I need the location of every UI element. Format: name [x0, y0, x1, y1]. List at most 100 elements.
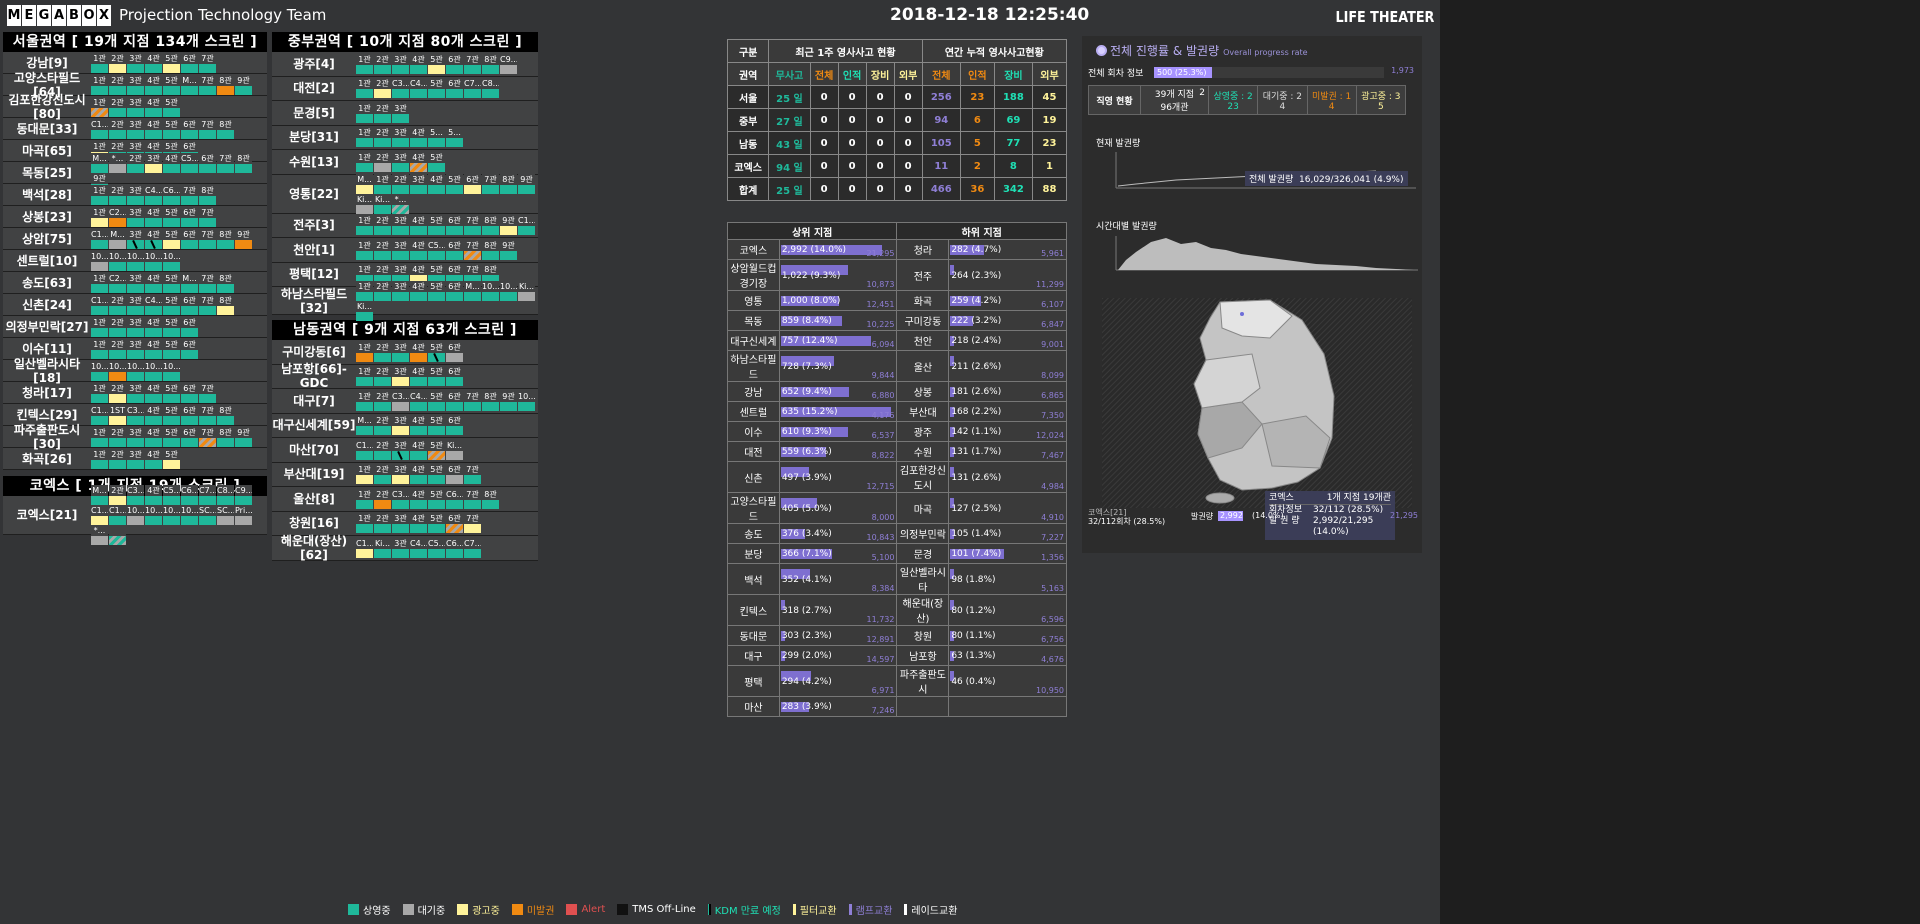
- screen-cell[interactable]: 6관: [446, 239, 463, 260]
- screen-cell[interactable]: 5관: [428, 151, 445, 172]
- branch-name[interactable]: 상봉[23]: [3, 206, 91, 227]
- screen-cell[interactable]: 1관: [356, 239, 373, 260]
- branch-name[interactable]: 화곡[26]: [3, 448, 91, 469]
- screen-cell[interactable]: Ki...: [356, 193, 373, 214]
- screen-cell[interactable]: 5관: [163, 448, 180, 469]
- branch-name[interactable]: 센트럴[10]: [3, 250, 91, 271]
- screen-cell[interactable]: 6관: [446, 366, 463, 387]
- screen-cell[interactable]: C1...: [91, 228, 108, 249]
- screen-cell[interactable]: 3관: [392, 439, 409, 460]
- screen-cell[interactable]: M...: [109, 228, 126, 249]
- screen-cell[interactable]: 8관: [500, 173, 517, 194]
- screen-cell[interactable]: 3관: [145, 152, 162, 173]
- branch-row[interactable]: 상봉[23] 1관 C2... 3관 4관 5관 6관 7관: [3, 206, 267, 228]
- screen-cell[interactable]: 10...: [181, 505, 198, 525]
- ranking-row[interactable]: 이수 610 (9.3%) 6,537 광주 142 (1.1%) 12,024: [727, 421, 1067, 442]
- screen-cell[interactable]: M...: [356, 173, 373, 194]
- screen-cell[interactable]: 7관: [482, 173, 499, 194]
- screen-cell[interactable]: 9관: [500, 215, 517, 236]
- branch-row[interactable]: 대구신세계[59] M... 2관 3관 4관 5관 6관: [272, 413, 538, 438]
- screen-cell[interactable]: 2관: [109, 96, 126, 117]
- screen-cell[interactable]: 9관: [235, 228, 252, 249]
- branch-row[interactable]: 남포항[66]-GDC 1관 2관 3관 4관 5관 6관: [272, 362, 538, 390]
- branch-name[interactable]: 구미강동[6]: [272, 340, 356, 364]
- screen-cell[interactable]: 6관: [446, 215, 463, 236]
- screen-cell[interactable]: C3...: [392, 488, 409, 509]
- ranking-branch-name[interactable]: 송도: [727, 523, 780, 544]
- screen-cell[interactable]: 3관: [127, 426, 144, 447]
- screen-cell[interactable]: 5관: [428, 366, 445, 387]
- screen-cell[interactable]: 8관: [482, 488, 499, 509]
- screen-cell[interactable]: 7관: [464, 390, 481, 411]
- screen-cell[interactable]: 2관: [374, 488, 391, 509]
- screen-cell[interactable]: 7관: [199, 206, 216, 227]
- screen-cell[interactable]: C4...: [410, 78, 427, 99]
- branch-row[interactable]: 광주[4] 1관 2관 3관 4관 5관 6관 7관 8관 C9...: [272, 52, 538, 77]
- branch-name[interactable]: 파주출판도시[30]: [3, 423, 91, 451]
- screen-cell[interactable]: 8관: [217, 228, 234, 249]
- screen-cell[interactable]: 3관: [127, 206, 144, 227]
- screen-cell[interactable]: 6관: [446, 513, 463, 534]
- branch-name[interactable]: 송도[63]: [3, 272, 91, 293]
- branch-row[interactable]: 송도[63] 1관 C2... 3관 4관 5관 M... 7관 8관: [3, 272, 267, 294]
- screen-cell[interactable]: 1관: [91, 316, 108, 337]
- screen-cell[interactable]: 10...: [145, 505, 162, 525]
- screen-cell[interactable]: 10...: [91, 360, 108, 381]
- screen-cell[interactable]: 4관: [145, 228, 162, 249]
- screen-cell[interactable]: 5관: [428, 215, 445, 236]
- screen-cell[interactable]: 7관: [464, 513, 481, 534]
- screen-cell[interactable]: 2관: [109, 338, 126, 359]
- screen-cell[interactable]: 1관: [356, 280, 373, 301]
- screen-cell[interactable]: 10...: [109, 360, 126, 381]
- screen-cell[interactable]: 4관: [145, 404, 162, 425]
- ranking-branch-name[interactable]: 창원: [896, 625, 950, 646]
- branch-name[interactable]: 대전[2]: [272, 77, 356, 101]
- screen-cell[interactable]: C6...: [446, 537, 463, 558]
- screen-cell[interactable]: 8관: [217, 272, 234, 293]
- screen-cell[interactable]: M...: [91, 485, 108, 505]
- screen-cell[interactable]: C3...: [392, 78, 409, 99]
- branch-name[interactable]: 일산벨라시타[18]: [3, 357, 91, 385]
- screen-cell[interactable]: Ki...: [374, 537, 391, 558]
- screen-cell[interactable]: 3관: [392, 366, 409, 387]
- screen-cell[interactable]: 5관: [163, 206, 180, 227]
- screen-cell[interactable]: Ki...: [518, 280, 535, 301]
- screen-cell[interactable]: C6...: [181, 485, 198, 505]
- screen-cell[interactable]: 4관: [410, 415, 427, 436]
- screen-cell[interactable]: 1관: [356, 78, 373, 99]
- screen-cell[interactable]: [109, 525, 126, 545]
- screen-cell[interactable]: 1관: [356, 341, 373, 362]
- ranking-branch-name[interactable]: 백석: [727, 563, 780, 595]
- screen-cell[interactable]: 6관: [199, 152, 216, 173]
- screen-cell[interactable]: 5...: [446, 127, 463, 148]
- screen-cell[interactable]: C5...: [181, 152, 198, 173]
- screen-cell[interactable]: 10...: [127, 505, 144, 525]
- screen-cell[interactable]: 4관: [145, 448, 162, 469]
- screen-cell[interactable]: 2관: [109, 485, 126, 505]
- screen-cell[interactable]: 3관: [127, 118, 144, 139]
- screen-cell[interactable]: 1관: [356, 366, 373, 387]
- screen-cell[interactable]: 6관: [446, 53, 463, 74]
- ranking-branch-name[interactable]: 영통: [727, 290, 780, 311]
- screen-cell[interactable]: 3관: [392, 215, 409, 236]
- screen-cell[interactable]: 1관: [91, 206, 108, 227]
- ranking-branch-name[interactable]: 대전: [727, 441, 780, 462]
- branch-row[interactable]: 천안[1] 1관 2관 3관 4관 C5... 6관 7관 8관 9관: [272, 238, 538, 263]
- screen-cell[interactable]: 2관: [374, 366, 391, 387]
- branch-row[interactable]: 분당[31] 1관 2관 3관 4관 5... 5...: [272, 125, 538, 150]
- screen-cell[interactable]: 5관: [428, 390, 445, 411]
- screen-cell[interactable]: 9관: [235, 426, 252, 447]
- ranking-branch-name[interactable]: 동대문: [727, 625, 780, 646]
- screen-cell[interactable]: 8관: [217, 294, 234, 315]
- screen-cell[interactable]: 1ST: [109, 404, 126, 425]
- screen-cell[interactable]: C9...: [500, 53, 517, 74]
- screen-cell[interactable]: 4관: [145, 426, 162, 447]
- screen-cell[interactable]: 3관: [127, 228, 144, 249]
- screen-cell[interactable]: 3관: [127, 184, 144, 205]
- branch-name[interactable]: 전주[3]: [272, 214, 356, 238]
- screen-cell[interactable]: C1...: [91, 404, 108, 425]
- screen-cell[interactable]: 6관: [181, 228, 198, 249]
- ranking-branch-name[interactable]: 상암월드컵경기장: [727, 259, 780, 291]
- ranking-row[interactable]: 평택 294 (4.2%) 6,971 파주출판도시 46 (0.4%) 10,950: [727, 665, 1067, 697]
- screen-cell[interactable]: 6관: [181, 118, 198, 139]
